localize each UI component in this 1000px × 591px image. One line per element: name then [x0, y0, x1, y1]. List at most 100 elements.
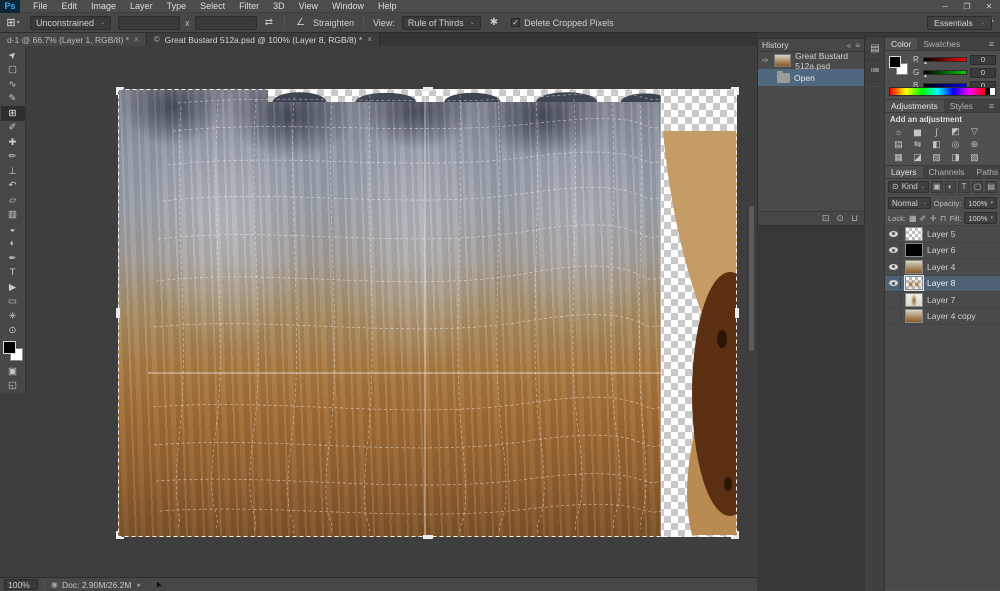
layer-row-layer7[interactable]: Layer 7 [885, 292, 1000, 309]
photo-filter-icon[interactable]: ◎ [946, 138, 965, 151]
clone-stamp-tool[interactable]: ⊥ [1, 164, 25, 179]
crop-handle-top-right[interactable] [731, 87, 739, 95]
color-spectrum-ramp[interactable] [889, 87, 996, 96]
status-popup-arrow-icon[interactable]: ▸ [137, 581, 141, 589]
tab-channels[interactable]: Channels [923, 166, 971, 178]
menu-type[interactable]: Type [160, 0, 194, 13]
menu-help[interactable]: Help [371, 0, 404, 13]
overlay-view-dropdown[interactable]: Rule of Thirds ⌄ [402, 16, 481, 30]
hue-saturation-icon[interactable]: ▤ [889, 138, 908, 151]
type-tool[interactable]: T [1, 266, 25, 281]
blur-tool[interactable]: ◒ [1, 222, 25, 237]
brightness-contrast-icon[interactable]: ☼ [889, 125, 908, 138]
collapse-panel-icon[interactable]: « [847, 41, 851, 50]
lasso-tool[interactable]: ∿ [1, 77, 25, 92]
layer-thumbnail[interactable] [905, 227, 923, 241]
rectangular-marquee-tool[interactable]: ▢ [1, 63, 25, 78]
crop-handle-top[interactable] [423, 87, 433, 91]
levels-icon[interactable]: ▅ [908, 125, 927, 138]
layer-thumbnail[interactable] [905, 243, 923, 257]
black-white-icon[interactable]: ◧ [927, 138, 946, 151]
document-image[interactable] [118, 89, 737, 537]
visibility-toggle[interactable] [887, 244, 901, 256]
crop-width-input[interactable] [118, 16, 180, 30]
layer-row-layer4-copy[interactable]: Layer 4 copy [885, 309, 1000, 326]
pen-tool[interactable]: ✒ [1, 251, 25, 266]
history-snapshot-row[interactable]: ✑ Great Bustard 512a.psd [758, 52, 864, 69]
quick-mask-button[interactable]: ▣ [1, 364, 25, 379]
spot-healing-brush-tool[interactable]: ✚ [1, 135, 25, 150]
dock-panel-icon-1[interactable]: ▤ [865, 38, 885, 60]
lock-position-icon[interactable]: ✛ [930, 214, 937, 223]
tab-adjustments[interactable]: Adjustments [885, 100, 944, 112]
layer-thumbnail[interactable] [905, 293, 923, 307]
tab-paths[interactable]: Paths [970, 166, 1000, 178]
straighten-button[interactable]: Straighten [313, 18, 354, 28]
lock-transparency-icon[interactable]: ▦ [909, 214, 917, 223]
history-state-row-open[interactable]: Open [758, 69, 864, 86]
move-tool[interactable]: ➤ [1, 48, 25, 63]
minimize-button[interactable]: ─ [934, 0, 956, 12]
tab-layers[interactable]: Layers [885, 166, 923, 178]
curves-icon[interactable]: ∫ [927, 125, 946, 138]
red-slider[interactable]: ▲ [923, 57, 967, 62]
panel-menu-icon[interactable]: ≡ [983, 38, 1000, 50]
invert-icon[interactable]: ◪ [908, 151, 927, 164]
rectangle-tool[interactable]: ▭ [1, 295, 25, 310]
workspace-switcher[interactable]: Essentials ⌄ [927, 16, 992, 30]
menu-3d[interactable]: 3D [266, 0, 292, 13]
green-value-field[interactable]: 0 [970, 68, 996, 78]
color-balance-icon[interactable]: ⇋ [908, 138, 927, 151]
fill-field[interactable]: 100% ▾ [964, 212, 997, 224]
gradient-map-icon[interactable]: ▧ [965, 151, 984, 164]
crop-tool[interactable]: ⊞ [1, 106, 25, 121]
foreground-color-swatch[interactable] [3, 341, 16, 354]
menu-layer[interactable]: Layer [123, 0, 160, 13]
crop-options-gear-icon[interactable]: ✱ [490, 17, 498, 28]
menu-filter[interactable]: Filter [232, 0, 266, 13]
document-tab-active[interactable]: © Great Bustard 512a.psd @ 100% (Layer 8… [147, 33, 380, 46]
visibility-toggle[interactable] [887, 294, 901, 306]
filter-smart-objects-icon[interactable]: ▤ [985, 181, 997, 193]
straighten-icon[interactable]: ∠ [296, 17, 305, 28]
layer-name[interactable]: Layer 4 [927, 262, 955, 272]
zoom-level-field[interactable]: 100% [4, 579, 38, 590]
red-value-field[interactable]: 0 [970, 55, 996, 65]
crop-handle-left[interactable] [116, 308, 120, 318]
hand-tool[interactable]: ✳ [1, 309, 25, 324]
channel-mixer-icon[interactable]: ⊛ [965, 138, 984, 151]
gradient-tool[interactable]: ▥ [1, 208, 25, 223]
eyedropper-tool[interactable]: ✐ [1, 121, 25, 136]
layer-thumbnail[interactable] [905, 309, 923, 323]
green-slider[interactable]: ▲ [923, 70, 967, 75]
panel-menu-icon[interactable]: ≡ [855, 41, 860, 50]
visibility-toggle[interactable] [887, 228, 901, 240]
blend-mode-dropdown[interactable]: Normal ⌄ [888, 197, 931, 209]
delete-state-icon[interactable]: ⊔ [851, 213, 858, 224]
lock-image-icon[interactable]: ✐ [920, 214, 927, 223]
visibility-toggle[interactable] [887, 310, 901, 322]
visibility-toggle[interactable] [887, 261, 901, 273]
delete-cropped-pixels-option[interactable]: ✓ Delete Cropped Pixels [511, 18, 614, 28]
brush-tool[interactable]: ✏ [1, 150, 25, 165]
tab-close-icon[interactable]: × [134, 35, 139, 44]
layer-filter-kind-dropdown[interactable]: ⊙ Kind ⌄ [888, 181, 929, 193]
layer-name[interactable]: Layer 4 copy [927, 311, 976, 321]
layer-row-layer5[interactable]: Layer 5 [885, 226, 1000, 243]
layer-row-layer4[interactable]: Layer 4 [885, 259, 1000, 276]
new-snapshot-icon[interactable]: ⊙ [836, 213, 844, 224]
dodge-tool[interactable]: ◐ [1, 237, 25, 252]
menu-edit[interactable]: Edit [55, 0, 85, 13]
history-brush-source-icon[interactable]: ✑ [761, 56, 770, 65]
layer-name[interactable]: Layer 7 [927, 295, 955, 305]
swap-dimensions-icon[interactable]: ⇄ [265, 17, 273, 28]
vibrance-icon[interactable]: ▽ [965, 125, 984, 138]
visibility-toggle[interactable] [887, 277, 901, 289]
menu-view[interactable]: View [292, 0, 325, 13]
menu-select[interactable]: Select [193, 0, 232, 13]
crop-handle-top-left[interactable] [116, 87, 124, 95]
black-white-chips[interactable] [985, 88, 995, 95]
layer-name[interactable]: Layer 6 [927, 245, 955, 255]
exposure-icon[interactable]: ◩ [946, 125, 965, 138]
tab-styles[interactable]: Styles [944, 100, 979, 112]
